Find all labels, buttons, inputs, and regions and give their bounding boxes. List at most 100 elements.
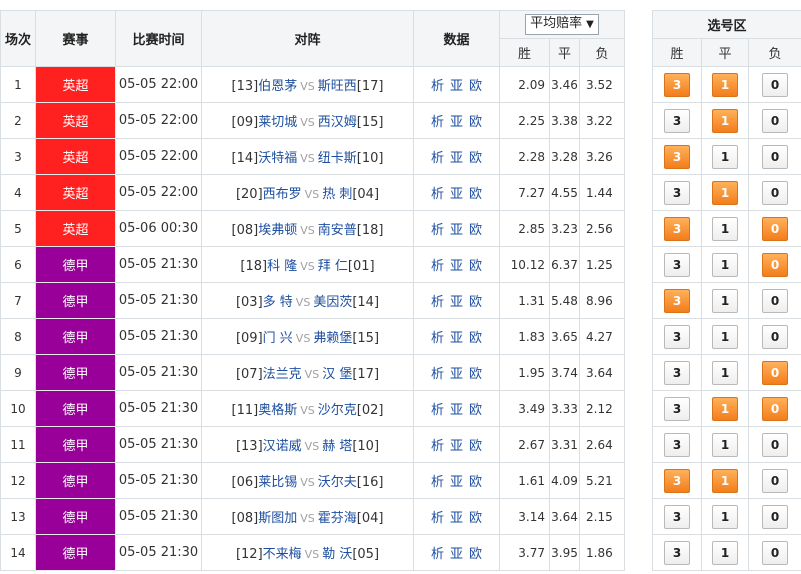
analysis-link[interactable]: 析 (431, 547, 444, 562)
euro-odds-link[interactable]: 欧 (469, 511, 482, 526)
pick-draw-button[interactable]: 1 (712, 360, 738, 385)
pick-win-button[interactable]: 3 (664, 216, 690, 241)
away-team-link[interactable]: 勒 沃 (322, 547, 352, 562)
away-team-link[interactable]: 赫 塔 (322, 439, 352, 454)
analysis-link[interactable]: 析 (431, 223, 444, 238)
analysis-link[interactable]: 析 (431, 403, 444, 418)
away-team-link[interactable]: 美因茨 (313, 295, 352, 310)
odds-type-select[interactable]: 平均赔率 ▼ (525, 14, 599, 35)
analysis-link[interactable]: 析 (431, 331, 444, 346)
pick-lose-button[interactable]: 0 (762, 540, 789, 565)
asian-odds-link[interactable]: 亚 (450, 187, 463, 202)
pick-lose-button[interactable]: 0 (762, 324, 789, 349)
pick-win-button[interactable]: 3 (664, 324, 690, 349)
asian-odds-link[interactable]: 亚 (450, 79, 463, 94)
away-team-link[interactable]: 沃尔夫 (318, 475, 357, 490)
euro-odds-link[interactable]: 欧 (469, 547, 482, 562)
pick-draw-button[interactable]: 1 (712, 144, 738, 169)
league-badge[interactable]: 德甲 (35, 534, 116, 571)
away-team-link[interactable]: 弗赖堡 (313, 331, 352, 346)
pick-draw-button[interactable]: 1 (712, 396, 738, 421)
euro-odds-link[interactable]: 欧 (469, 187, 482, 202)
pick-lose-button[interactable]: 0 (762, 504, 789, 529)
pick-lose-button[interactable]: 0 (762, 108, 789, 133)
away-team-link[interactable]: 南安普 (318, 223, 357, 238)
league-badge[interactable]: 英超 (35, 174, 116, 211)
pick-win-button[interactable]: 3 (664, 396, 690, 421)
analysis-link[interactable]: 析 (431, 367, 444, 382)
home-team-link[interactable]: 不来梅 (263, 547, 302, 562)
pick-draw-button[interactable]: 1 (712, 504, 738, 529)
euro-odds-link[interactable]: 欧 (469, 223, 482, 238)
pick-win-button[interactable]: 3 (664, 432, 690, 457)
away-team-link[interactable]: 霍芬海 (318, 511, 357, 526)
pick-win-button[interactable]: 3 (664, 360, 690, 385)
home-team-link[interactable]: 奥格斯 (258, 403, 297, 418)
analysis-link[interactable]: 析 (431, 115, 444, 130)
home-team-link[interactable]: 沃特福 (258, 151, 297, 166)
analysis-link[interactable]: 析 (431, 511, 444, 526)
home-team-link[interactable]: 汉诺威 (263, 439, 302, 454)
pick-draw-button[interactable]: 1 (712, 288, 738, 313)
away-team-link[interactable]: 拜 仁 (318, 259, 348, 274)
away-team-link[interactable]: 沙尔克 (318, 403, 357, 418)
pick-lose-button[interactable]: 0 (762, 432, 789, 457)
pick-draw-button[interactable]: 1 (712, 72, 738, 97)
asian-odds-link[interactable]: 亚 (450, 511, 463, 526)
pick-lose-button[interactable]: 0 (762, 216, 789, 241)
pick-win-button[interactable]: 3 (664, 72, 690, 97)
pick-lose-button[interactable]: 0 (762, 396, 789, 421)
league-badge[interactable]: 德甲 (35, 282, 116, 319)
asian-odds-link[interactable]: 亚 (450, 151, 463, 166)
asian-odds-link[interactable]: 亚 (450, 367, 463, 382)
home-team-link[interactable]: 科 隆 (267, 259, 297, 274)
analysis-link[interactable]: 析 (431, 151, 444, 166)
euro-odds-link[interactable]: 欧 (469, 259, 482, 274)
analysis-link[interactable]: 析 (431, 475, 444, 490)
league-badge[interactable]: 英超 (35, 210, 116, 247)
league-badge[interactable]: 德甲 (35, 246, 116, 283)
pick-win-button[interactable]: 3 (664, 468, 690, 493)
pick-draw-button[interactable]: 1 (712, 540, 738, 565)
euro-odds-link[interactable]: 欧 (469, 367, 482, 382)
league-badge[interactable]: 英超 (35, 102, 116, 139)
away-team-link[interactable]: 纽卡斯 (318, 151, 357, 166)
pick-win-button[interactable]: 3 (664, 504, 690, 529)
euro-odds-link[interactable]: 欧 (469, 115, 482, 130)
asian-odds-link[interactable]: 亚 (450, 223, 463, 238)
home-team-link[interactable]: 莱切城 (258, 115, 297, 130)
euro-odds-link[interactable]: 欧 (469, 475, 482, 490)
pick-draw-button[interactable]: 1 (712, 324, 738, 349)
home-team-link[interactable]: 斯图加 (258, 511, 297, 526)
league-badge[interactable]: 德甲 (35, 354, 116, 391)
league-badge[interactable]: 德甲 (35, 462, 116, 499)
league-badge[interactable]: 英超 (35, 66, 116, 103)
asian-odds-link[interactable]: 亚 (450, 115, 463, 130)
pick-draw-button[interactable]: 1 (712, 180, 738, 205)
pick-draw-button[interactable]: 1 (712, 216, 738, 241)
pick-lose-button[interactable]: 0 (762, 180, 789, 205)
pick-win-button[interactable]: 3 (664, 288, 690, 313)
pick-lose-button[interactable]: 0 (762, 144, 789, 169)
asian-odds-link[interactable]: 亚 (450, 439, 463, 454)
analysis-link[interactable]: 析 (431, 79, 444, 94)
euro-odds-link[interactable]: 欧 (469, 151, 482, 166)
away-team-link[interactable]: 西汉姆 (318, 115, 357, 130)
home-team-link[interactable]: 多 特 (263, 295, 293, 310)
pick-lose-button[interactable]: 0 (762, 360, 789, 385)
analysis-link[interactable]: 析 (431, 187, 444, 202)
euro-odds-link[interactable]: 欧 (469, 331, 482, 346)
pick-draw-button[interactable]: 1 (712, 468, 738, 493)
league-badge[interactable]: 英超 (35, 138, 116, 175)
away-team-link[interactable]: 斯旺西 (318, 79, 357, 94)
euro-odds-link[interactable]: 欧 (469, 403, 482, 418)
pick-win-button[interactable]: 3 (664, 540, 690, 565)
pick-win-button[interactable]: 3 (664, 252, 690, 277)
euro-odds-link[interactable]: 欧 (469, 295, 482, 310)
pick-win-button[interactable]: 3 (664, 144, 690, 169)
euro-odds-link[interactable]: 欧 (469, 439, 482, 454)
pick-win-button[interactable]: 3 (664, 180, 690, 205)
pick-draw-button[interactable]: 1 (712, 252, 738, 277)
pick-lose-button[interactable]: 0 (762, 72, 789, 97)
asian-odds-link[interactable]: 亚 (450, 331, 463, 346)
